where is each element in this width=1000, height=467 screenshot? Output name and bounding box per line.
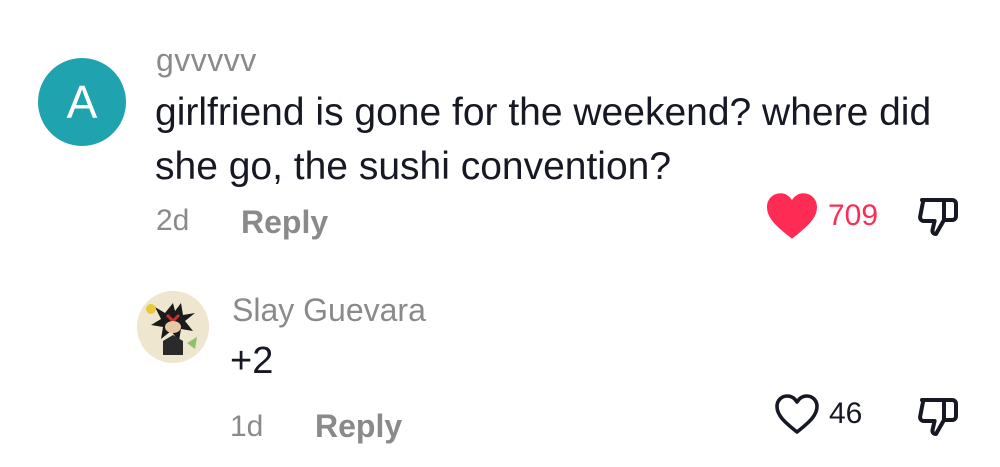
like-count: 709 xyxy=(828,199,879,232)
avatar-letter: A xyxy=(66,76,98,128)
dislike-button[interactable] xyxy=(914,192,962,240)
comment-thread: A gvvvvv girlfriend is gone for the week… xyxy=(0,0,1000,467)
comment-text: girlfriend is gone for the weekend? wher… xyxy=(155,91,932,188)
reply-like-count: 46 xyxy=(829,397,863,430)
heart-outline-icon xyxy=(775,394,819,434)
avatar[interactable]: A xyxy=(38,58,126,146)
user-avatar-drawing-icon xyxy=(137,291,209,363)
comment-username[interactable]: gvvvvv xyxy=(156,42,257,79)
reply-text: +2 xyxy=(230,340,274,382)
comment-timestamp: 2d xyxy=(156,204,190,237)
reply-button[interactable]: Reply xyxy=(241,204,328,241)
reply-dislike-button[interactable] xyxy=(914,392,962,440)
reply-like-button[interactable]: 46 xyxy=(773,392,862,436)
reply-timestamp: 1d xyxy=(230,410,264,443)
reply-reply-button[interactable]: Reply xyxy=(315,408,402,445)
reply-username[interactable]: Slay Guevara xyxy=(232,292,426,329)
reply-avatar[interactable] xyxy=(137,291,209,363)
thumbs-down-icon xyxy=(918,398,958,436)
like-button[interactable]: 709 xyxy=(764,191,878,241)
thumbs-down-icon xyxy=(918,198,958,236)
heart-filled-icon xyxy=(767,193,817,239)
